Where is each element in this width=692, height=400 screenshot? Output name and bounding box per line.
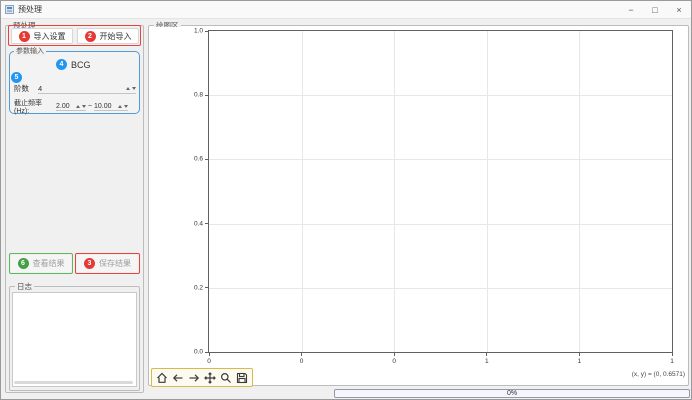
coords-readout: (x, y) = (0, 0.6571) [565, 371, 685, 378]
log-textarea[interactable] [12, 292, 137, 387]
y-tick-label: 0.4 [194, 220, 203, 227]
cutoff-high-arrows[interactable] [118, 105, 128, 108]
y-tick-label: 0.0 [194, 349, 203, 356]
save-icon[interactable] [236, 372, 248, 384]
gridline-horizontal [209, 159, 672, 160]
import-settings-label: 导入设置 [34, 31, 66, 42]
badge-2: 2 [85, 31, 96, 42]
window-title: 预处理 [18, 4, 42, 15]
gridline-horizontal [209, 95, 672, 96]
gridline-vertical [302, 31, 303, 352]
y-tick-mark [205, 287, 209, 288]
spin-up-icon[interactable] [118, 105, 122, 108]
plot-nav-toolbar [151, 368, 253, 387]
x-tick-label: 0 [207, 358, 211, 365]
x-tick-mark [486, 352, 487, 356]
cutoff-low-arrows[interactable] [76, 105, 86, 108]
cutoff-low-value[interactable]: 2.00 [56, 103, 74, 110]
order-row: 阶数 4 [14, 83, 136, 94]
gridline-vertical [487, 31, 488, 352]
y-tick-label: 1.0 [194, 28, 203, 35]
y-tick-mark [205, 31, 209, 32]
view-results-button[interactable]: 6 查看结果 [11, 255, 71, 272]
title-bar: 预处理 − □ × [1, 1, 691, 19]
signal-type-label: BCG [71, 60, 91, 70]
plot-axes[interactable]: 0001110.00.20.40.60.81.0 [208, 30, 673, 353]
pan-icon[interactable] [204, 372, 216, 384]
spin-up-icon[interactable] [76, 105, 80, 108]
start-import-label: 开始导入 [100, 31, 132, 42]
y-tick-label: 0.6 [194, 156, 203, 163]
x-tick-label: 1 [485, 358, 489, 365]
cutoff-tilde: ~ [86, 103, 94, 110]
x-tick-label: 0 [300, 358, 304, 365]
view-results-label: 查看结果 [33, 258, 65, 269]
import-settings-button[interactable]: 1 导入设置 [11, 28, 73, 44]
gridline-horizontal [209, 224, 672, 225]
close-button[interactable]: × [667, 1, 691, 19]
cutoff-label: 截止频率(Hz): [14, 98, 56, 115]
spin-down-icon[interactable] [124, 105, 128, 108]
app-window: 预处理 − □ × 预处理 1 导入设置 2 开始导入 参数输入 4 BCG 5… [0, 0, 692, 400]
home-icon[interactable] [156, 372, 168, 384]
y-tick-mark [205, 352, 209, 353]
zoom-icon[interactable] [220, 372, 232, 384]
order-spinbox[interactable]: 4 [38, 84, 136, 94]
x-tick-mark [579, 352, 580, 356]
log-group-title: 日志 [15, 282, 34, 291]
x-tick-label: 0 [392, 358, 396, 365]
y-tick-mark [205, 223, 209, 224]
log-hscrollbar[interactable] [14, 381, 133, 384]
forward-icon[interactable] [188, 372, 200, 384]
gridline-horizontal [209, 288, 672, 289]
minimize-button[interactable]: − [619, 1, 643, 19]
badge-5: 5 [11, 72, 22, 83]
cutoff-high-spinbox[interactable]: 10.00 [94, 103, 128, 111]
x-tick-mark [209, 352, 210, 356]
x-tick-label: 1 [578, 358, 582, 365]
signal-type-select[interactable]: 4 BCG [56, 59, 91, 70]
y-tick-mark [205, 95, 209, 96]
y-tick-label: 0.2 [194, 284, 203, 291]
order-label: 阶数 [14, 83, 38, 94]
badge-6: 6 [18, 258, 29, 269]
order-spin-arrows[interactable] [126, 87, 136, 90]
params-group-title: 参数输入 [14, 47, 46, 56]
badge-1: 1 [19, 31, 30, 42]
badge-4: 4 [56, 59, 67, 70]
y-tick-label: 0.8 [194, 92, 203, 99]
spin-down-icon[interactable] [132, 87, 136, 90]
spin-up-icon[interactable] [126, 87, 130, 90]
x-tick-label: 1 [670, 358, 674, 365]
save-results-label: 保存结果 [99, 258, 131, 269]
cutoff-high-value[interactable]: 10.00 [94, 103, 116, 110]
gridline-vertical [579, 31, 580, 352]
cutoff-row: 截止频率(Hz): 2.00 ~ 10.00 [14, 98, 138, 115]
progress-bar: 0% [334, 389, 690, 398]
x-tick-mark [672, 352, 673, 356]
order-value[interactable]: 4 [38, 84, 124, 93]
badge-3: 3 [84, 258, 95, 269]
cutoff-low-spinbox[interactable]: 2.00 [56, 103, 86, 111]
maximize-button[interactable]: □ [643, 1, 667, 19]
progress-label: 0% [507, 390, 517, 397]
back-icon[interactable] [172, 372, 184, 384]
y-tick-mark [205, 159, 209, 160]
x-tick-mark [394, 352, 395, 356]
app-icon [5, 5, 14, 14]
save-results-button[interactable]: 3 保存结果 [77, 255, 138, 272]
gridline-vertical [394, 31, 395, 352]
start-import-button[interactable]: 2 开始导入 [77, 28, 139, 44]
x-tick-mark [301, 352, 302, 356]
